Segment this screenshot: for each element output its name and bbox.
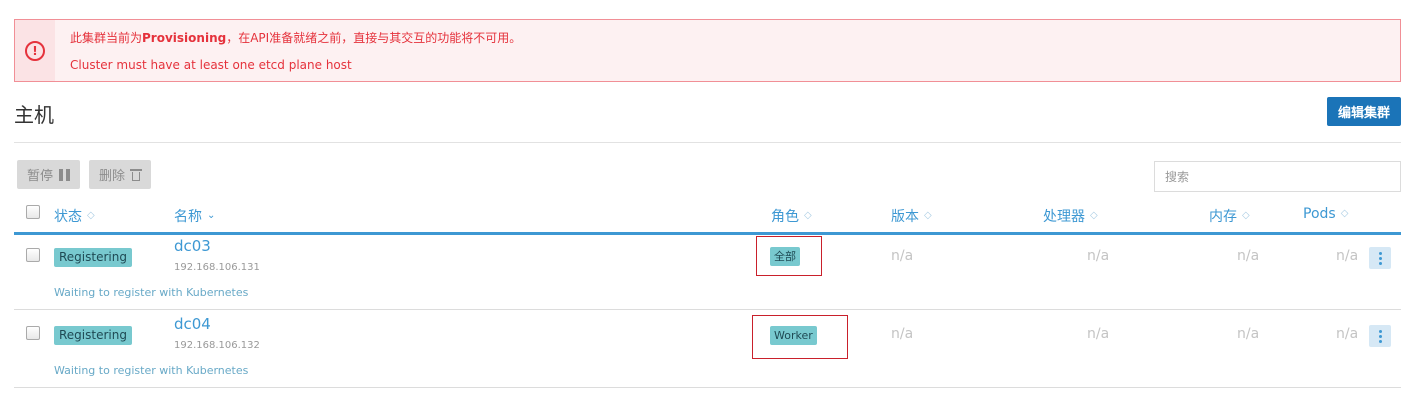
- table-header-line: [14, 232, 1401, 235]
- alert-detail: Cluster must have at least one etcd plan…: [70, 58, 352, 72]
- row-checkbox[interactable]: [26, 248, 40, 262]
- column-header-roles[interactable]: 角色 ◇: [771, 206, 812, 226]
- column-header-cpu[interactable]: 处理器 ◇: [1043, 206, 1098, 226]
- alert-message: 此集群当前为Provisioning，在API准备就绪之前，直接与其交互的功能将…: [70, 29, 521, 47]
- row-divider: [14, 387, 1401, 388]
- cpu-value: n/a: [1087, 248, 1110, 264]
- more-dot: [1378, 329, 1382, 333]
- column-header-memory-label: 内存: [1209, 209, 1237, 225]
- more-dot: [1378, 334, 1382, 338]
- host-name-link[interactable]: dc03: [174, 237, 211, 255]
- role-badge: 全部: [770, 247, 800, 266]
- host-ip: 192.168.106.132: [174, 340, 260, 351]
- row-actions-button[interactable]: [1369, 247, 1391, 269]
- pause-icon: [59, 168, 71, 181]
- sort-icon: ◇: [1242, 210, 1250, 221]
- delete-button-label: 删除: [99, 169, 126, 184]
- row-divider: [14, 309, 1401, 310]
- row-actions-button[interactable]: [1369, 325, 1391, 347]
- trash-icon: [130, 168, 143, 181]
- more-dot: [1378, 261, 1382, 265]
- version-value: n/a: [891, 326, 914, 342]
- version-value: n/a: [891, 248, 914, 264]
- host-ip: 192.168.106.131: [174, 262, 260, 273]
- pause-button[interactable]: 暂停: [17, 160, 81, 189]
- column-header-state-label: 状态: [54, 209, 82, 225]
- search-input[interactable]: [1154, 161, 1401, 192]
- sort-icon: ◇: [924, 210, 932, 221]
- alert-circle-icon: !: [25, 40, 45, 61]
- row-checkbox[interactable]: [26, 326, 40, 340]
- page-title: 主机: [14, 103, 54, 127]
- column-header-memory[interactable]: 内存 ◇: [1209, 206, 1250, 226]
- alert-body: 此集群当前为Provisioning，在API准备就绪之前，直接与其交互的功能将…: [55, 20, 521, 81]
- delete-button[interactable]: 删除: [89, 160, 152, 189]
- sort-icon: ◇: [1090, 210, 1098, 221]
- alert-message-prefix: 此集群当前为: [70, 31, 143, 45]
- row-status-message: Waiting to register with Kubernetes: [54, 286, 249, 299]
- column-header-pods[interactable]: Pods ◇: [1303, 206, 1348, 222]
- column-header-roles-label: 角色: [771, 209, 799, 225]
- pods-value: n/a: [1336, 326, 1359, 342]
- state-badge: Registering: [54, 326, 132, 345]
- more-dot: [1378, 251, 1382, 255]
- sort-icon: ◇: [804, 210, 812, 221]
- column-header-state[interactable]: 状态 ◇: [54, 206, 95, 226]
- edit-cluster-button[interactable]: 编辑集群: [1327, 97, 1401, 126]
- column-header-name[interactable]: 名称 ⌄: [174, 206, 215, 226]
- memory-value: n/a: [1237, 248, 1260, 264]
- column-header-pods-label: Pods: [1303, 206, 1336, 222]
- host-name-link[interactable]: dc04: [174, 315, 211, 333]
- cpu-value: n/a: [1087, 326, 1110, 342]
- memory-value: n/a: [1237, 326, 1260, 342]
- select-all-checkbox[interactable]: [26, 205, 40, 219]
- alert-icon-container: !: [15, 20, 55, 81]
- role-badge: Worker: [770, 326, 817, 345]
- pods-value: n/a: [1336, 248, 1359, 264]
- column-header-version[interactable]: 版本 ◇: [891, 206, 932, 226]
- column-header-version-label: 版本: [891, 209, 919, 225]
- header-divider: [14, 142, 1401, 143]
- more-dot: [1378, 256, 1382, 260]
- sort-icon: ◇: [1340, 208, 1349, 219]
- sort-icon: ◇: [87, 210, 95, 221]
- alert-cluster-state: Provisioning: [142, 31, 227, 45]
- provisioning-alert: ! 此集群当前为Provisioning，在API准备就绪之前，直接与其交互的功…: [14, 19, 1401, 82]
- state-badge: Registering: [54, 248, 132, 267]
- row-status-message: Waiting to register with Kubernetes: [54, 364, 249, 377]
- column-header-name-label: 名称: [174, 209, 202, 225]
- column-header-cpu-label: 处理器: [1043, 209, 1085, 225]
- pause-button-label: 暂停: [27, 169, 54, 184]
- sort-down-icon: ⌄: [207, 210, 216, 221]
- more-dot: [1378, 339, 1382, 343]
- alert-message-suffix: ，在API准备就绪之前，直接与其交互的功能将不可用。: [226, 31, 522, 45]
